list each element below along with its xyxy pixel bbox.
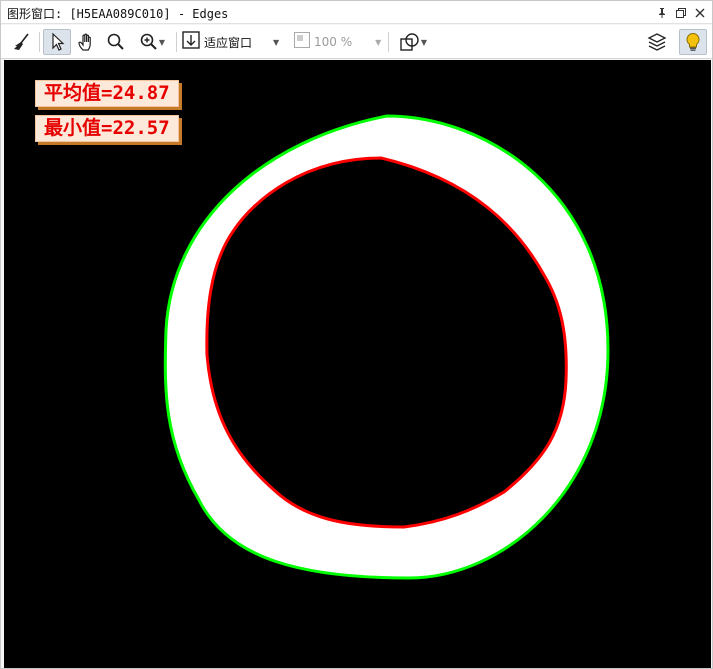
chevron-down-icon: ▼ — [375, 37, 382, 47]
fit-window-label: 适应窗口 — [204, 35, 253, 50]
lightbulb-icon[interactable] — [679, 29, 707, 55]
broom-icon[interactable] — [9, 29, 35, 55]
hand-pan-icon[interactable] — [74, 29, 100, 55]
close-icon[interactable] — [691, 4, 708, 21]
zoom-level-dropdown[interactable]: 100 % ▼ — [293, 29, 385, 55]
window-controls — [653, 4, 708, 21]
magnifier-icon[interactable] — [103, 29, 129, 55]
zoom-level-value: 100 % — [314, 35, 353, 49]
toolbar: ▼ 适应窗口 ▼ 100 % ▼ ▼ — [1, 25, 712, 59]
mean-value-label: 平均值=24.87 — [35, 80, 179, 107]
layers-icon[interactable] — [644, 29, 670, 55]
edge-ring-image — [163, 114, 610, 580]
shape-overlay-icon[interactable]: ▼ — [393, 29, 433, 55]
window-title: 图形窗口: [H5EAA089C010] - Edges — [7, 7, 229, 21]
zoom-level-icon — [293, 31, 311, 53]
ring-region — [165, 116, 608, 578]
fit-window-dropdown[interactable]: 适应窗口 ▼ — [181, 29, 291, 55]
pin-icon[interactable] — [653, 4, 670, 21]
chevron-down-icon: ▼ — [273, 37, 280, 47]
restore-window-icon[interactable] — [672, 4, 689, 21]
pointer-icon[interactable] — [43, 29, 71, 55]
zoom-in-icon[interactable]: ▼ — [132, 29, 172, 55]
graphics-window: 图形窗口: [H5EAA089C010] - Edges ▼ 适应窗口 ▼ 10… — [0, 0, 713, 669]
title-bar: 图形窗口: [H5EAA089C010] - Edges — [1, 1, 712, 24]
fit-window-icon — [181, 30, 201, 54]
chevron-down-icon: ▼ — [158, 37, 166, 47]
min-value-label: 最小值=22.57 — [35, 115, 179, 142]
chevron-down-icon: ▼ — [420, 37, 428, 47]
image-canvas[interactable]: 平均值=24.87 最小值=22.57 — [4, 60, 711, 668]
